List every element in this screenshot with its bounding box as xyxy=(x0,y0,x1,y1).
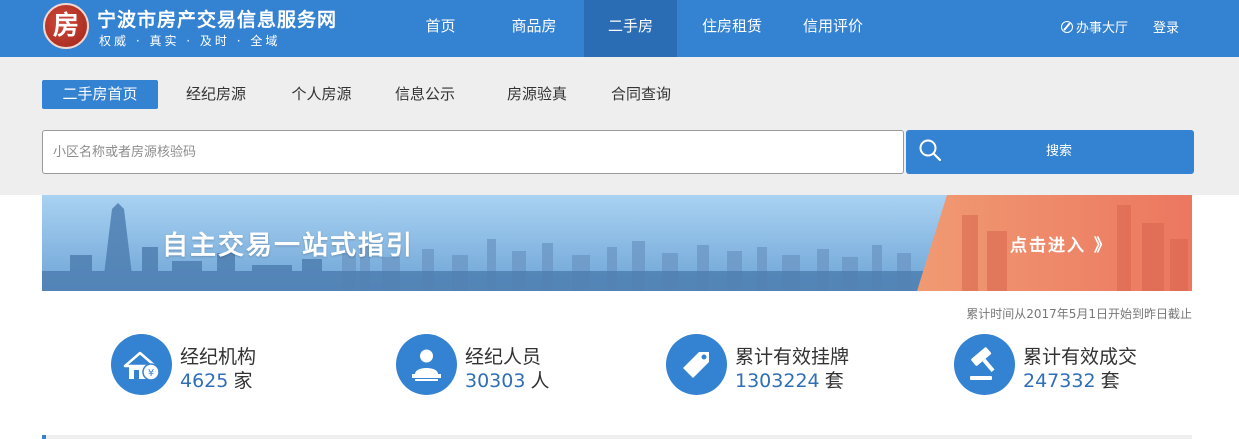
stat-unit: 套 xyxy=(824,370,844,392)
nav-home[interactable]: 首页 xyxy=(397,0,484,57)
site-title[interactable]: 宁波市房产交易信息服务网 xyxy=(97,5,337,32)
subnav-personal-listings[interactable]: 个人房源 xyxy=(274,80,369,109)
search-band xyxy=(0,57,1239,195)
stat-value: 4625 xyxy=(180,370,229,392)
top-header: 房 宁波市房产交易信息服务网 权威 · 真实 · 及时 · 全域 首页 商品房 … xyxy=(0,0,1239,57)
stat-label: 经纪机构 xyxy=(180,346,257,368)
stat-unit: 家 xyxy=(233,370,253,392)
banner-enter-link[interactable]: 点击进入 》 xyxy=(1010,231,1113,256)
stat-unit: 人 xyxy=(530,370,550,392)
agent-person-icon xyxy=(396,334,457,395)
stat-label: 经纪人员 xyxy=(465,346,542,368)
subnav-contract-query[interactable]: 合同查询 xyxy=(593,80,689,109)
guide-banner[interactable]: 自主交易一站式指引 点击进入 》 xyxy=(42,195,1192,291)
site-logo[interactable]: 房 xyxy=(43,3,89,49)
nav-credit[interactable]: 信用评价 xyxy=(787,0,879,57)
agency-house-icon: ¥ xyxy=(111,334,172,395)
logo-glyph: 房 xyxy=(52,11,79,41)
stat-unit: 套 xyxy=(1100,370,1120,392)
search-input[interactable] xyxy=(42,130,904,174)
sub-nav: 二手房首页 经纪房源 个人房源 信息公示 房源验真 合同查询 xyxy=(42,80,689,109)
stat-label: 累计有效成交 xyxy=(1023,346,1138,368)
subnav-info-public[interactable]: 信息公示 xyxy=(369,80,481,109)
stat-value: 247332 xyxy=(1023,370,1096,392)
svg-text:¥: ¥ xyxy=(148,368,154,379)
compass-icon xyxy=(1061,20,1073,33)
site-slogan: 权威 · 真实 · 及时 · 全域 xyxy=(99,34,281,48)
main-nav: 首页 商品房 二手房 住房租赁 信用评价 xyxy=(397,0,879,57)
section-divider xyxy=(42,435,1192,439)
stat-label: 累计有效挂牌 xyxy=(735,346,850,368)
subnav-listing-verify[interactable]: 房源验真 xyxy=(481,80,593,109)
nav-rental[interactable]: 住房租赁 xyxy=(677,0,787,57)
office-hall-label: 办事大厅 xyxy=(1076,21,1129,36)
gavel-icon xyxy=(954,334,1015,395)
login-link[interactable]: 登录 xyxy=(1153,17,1179,36)
office-hall-link[interactable]: 办事大厅 xyxy=(1061,17,1128,36)
nav-new-house[interactable]: 商品房 xyxy=(484,0,584,57)
subnav-second-hand-home[interactable]: 二手房首页 xyxy=(42,80,158,109)
banner-title: 自主交易一站式指引 xyxy=(162,231,415,261)
search-button-label: 搜索 xyxy=(1045,144,1072,159)
nav-second-hand[interactable]: 二手房 xyxy=(584,0,677,57)
stat-value: 30303 xyxy=(465,370,526,392)
stats-note: 累计时间从2017年5月1日开始到昨日截止 xyxy=(966,307,1192,321)
search-button[interactable]: 搜索 xyxy=(906,130,1194,174)
subnav-agency-listings[interactable]: 经纪房源 xyxy=(158,80,274,109)
price-tag-icon xyxy=(666,334,727,395)
section-marker xyxy=(42,435,46,439)
stat-value: 1303224 xyxy=(735,370,820,392)
